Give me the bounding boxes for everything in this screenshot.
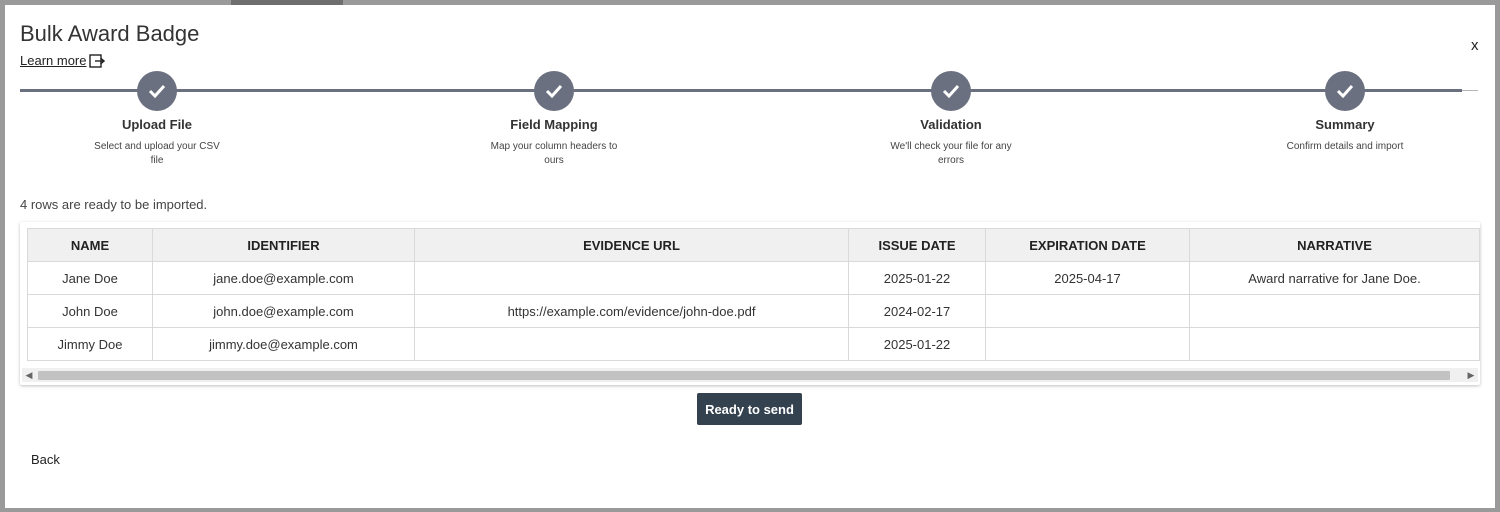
column-header-evidence-url: EVIDENCE URL bbox=[414, 228, 849, 262]
step-label: Field Mapping bbox=[510, 117, 598, 132]
step-complete-circle bbox=[931, 71, 971, 111]
step-summary: Summary Confirm details and import bbox=[1245, 71, 1445, 154]
cell-evidence-url bbox=[414, 327, 849, 361]
ready-to-send-button[interactable]: Ready to send bbox=[697, 393, 802, 425]
step-validation: Validation We'll check your file for any… bbox=[851, 71, 1051, 168]
import-preview-table: NAME IDENTIFIER EVIDENCE URL ISSUE DATE … bbox=[27, 228, 1480, 361]
scrollbar-thumb[interactable] bbox=[38, 371, 1450, 380]
learn-more-label: Learn more bbox=[20, 53, 87, 68]
check-icon bbox=[1336, 84, 1354, 98]
table-row: Jane Doe jane.doe@example.com 2025-01-22… bbox=[27, 261, 1480, 295]
cell-narrative: Award narrative for Jane Doe. bbox=[1189, 261, 1480, 295]
cell-issue-date: 2025-01-22 bbox=[848, 261, 986, 295]
check-icon bbox=[545, 84, 563, 98]
table-row: Jimmy Doe jimmy.doe@example.com 2025-01-… bbox=[27, 327, 1480, 361]
step-label: Summary bbox=[1315, 117, 1375, 132]
column-header-identifier: IDENTIFIER bbox=[152, 228, 415, 262]
cell-expiration-date: 2025-04-17 bbox=[985, 261, 1190, 295]
step-complete-circle bbox=[534, 71, 574, 111]
horizontal-scrollbar[interactable]: ◀ ▶ bbox=[22, 368, 1478, 382]
step-label: Upload File bbox=[121, 117, 193, 132]
table-header-row: NAME IDENTIFIER EVIDENCE URL ISSUE DATE … bbox=[27, 228, 1480, 262]
scroll-left-arrow-icon[interactable]: ◀ bbox=[22, 368, 36, 382]
column-header-name: NAME bbox=[27, 228, 153, 262]
column-header-issue-date: ISSUE DATE bbox=[848, 228, 986, 262]
cell-narrative bbox=[1189, 294, 1480, 328]
cell-identifier: jane.doe@example.com bbox=[152, 261, 415, 295]
scroll-right-arrow-icon[interactable]: ▶ bbox=[1464, 368, 1478, 382]
back-link[interactable]: Back bbox=[31, 452, 60, 467]
cell-issue-date: 2024-02-17 bbox=[848, 294, 986, 328]
bulk-award-dialog: Bulk Award Badge Learn more x Upload Fil… bbox=[5, 5, 1495, 508]
external-link-icon bbox=[89, 53, 106, 68]
stepper-line-tail bbox=[1462, 90, 1478, 91]
step-description: Select and upload your CSV file bbox=[94, 141, 220, 166]
cell-evidence-url: https://example.com/evidence/john-doe.pd… bbox=[414, 294, 849, 328]
step-description: Map your column headers to ours bbox=[490, 141, 618, 166]
cell-name: John Doe bbox=[27, 294, 153, 328]
step-field-mapping: Field Mapping Map your column headers to… bbox=[454, 71, 654, 168]
step-description: Confirm details and import bbox=[1286, 141, 1404, 152]
step-description: We'll check your file for any errors bbox=[890, 141, 1012, 166]
cell-issue-date: 2025-01-22 bbox=[848, 327, 986, 361]
check-icon bbox=[148, 84, 166, 98]
cell-identifier: jimmy.doe@example.com bbox=[152, 327, 415, 361]
cell-identifier: john.doe@example.com bbox=[152, 294, 415, 328]
learn-more-link[interactable]: Learn more bbox=[20, 53, 106, 68]
step-complete-circle bbox=[137, 71, 177, 111]
cell-evidence-url bbox=[414, 261, 849, 295]
column-header-expiration-date: EXPIRATION DATE bbox=[985, 228, 1190, 262]
dialog-title: Bulk Award Badge bbox=[20, 21, 200, 46]
table-row: John Doe john.doe@example.com https://ex… bbox=[27, 294, 1480, 328]
cell-expiration-date bbox=[985, 294, 1190, 328]
step-label: Validation bbox=[920, 117, 982, 132]
column-header-narrative: NARRATIVE bbox=[1189, 228, 1480, 262]
import-preview-card: NAME IDENTIFIER EVIDENCE URL ISSUE DATE … bbox=[20, 222, 1480, 385]
step-complete-circle bbox=[1325, 71, 1365, 111]
cell-name: Jimmy Doe bbox=[27, 327, 153, 361]
check-icon bbox=[942, 84, 960, 98]
cell-name: Jane Doe bbox=[27, 261, 153, 295]
close-button[interactable]: x bbox=[1471, 37, 1479, 54]
step-upload-file: Upload File Select and upload your CSV f… bbox=[57, 71, 257, 168]
import-status-text: 4 rows are ready to be imported. bbox=[20, 197, 208, 212]
cell-narrative bbox=[1189, 327, 1480, 361]
cell-expiration-date bbox=[985, 327, 1190, 361]
